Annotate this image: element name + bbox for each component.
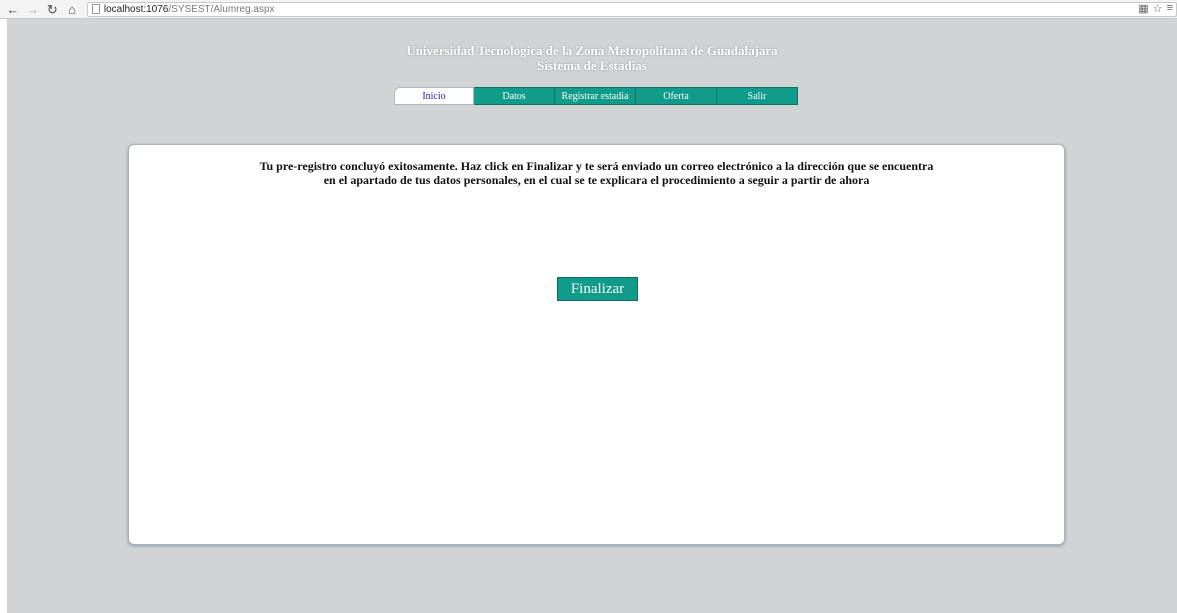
page-icon [91, 4, 100, 14]
tab-inicio[interactable]: Inicio [394, 87, 474, 105]
page-title: Universidad Tecnologica de la Zona Metro… [7, 43, 1177, 73]
page-body: Universidad Tecnologica de la Zona Metro… [7, 19, 1177, 613]
message-line-1: Tu pre-registro concluyó exitosamente. H… [259, 159, 934, 173]
tab-datos[interactable]: Datos [474, 87, 555, 105]
url-path: /SYSEST/Alumreg.aspx [168, 3, 275, 15]
menu-icon[interactable]: ≡ [1167, 2, 1173, 15]
url-host: localhost:1076 [103, 3, 169, 15]
reload-icon[interactable]: ↻ [45, 2, 59, 16]
tab-salir[interactable]: Salir [717, 87, 798, 105]
nav-tabs: Inicio Datos Registrar estadia Oferta Sa… [394, 87, 798, 105]
university-name: Universidad Tecnologica de la Zona Metro… [406, 43, 778, 58]
finalizar-button[interactable]: Finalizar [557, 277, 638, 301]
forward-arrow-icon[interactable]: → [26, 2, 40, 16]
browser-toolbar: ← → ↻ ⌂ localhost:1076/SYSEST/Alumreg.as… [0, 0, 1177, 19]
back-arrow-icon[interactable]: ← [6, 2, 20, 16]
message-line-2: en el apartado de tus datos personales, … [323, 173, 870, 187]
translate-icon[interactable]: ▦ [1138, 2, 1148, 15]
content-panel: Tu pre-registro concluyó exitosamente. H… [128, 144, 1065, 545]
home-icon[interactable]: ⌂ [65, 2, 79, 16]
system-name: Sistema de Estadias [537, 58, 647, 73]
address-bar[interactable]: localhost:1076/SYSEST/Alumreg.aspx [86, 1, 1177, 17]
tab-registrar-estadia[interactable]: Registrar estadia [555, 87, 636, 105]
star-icon[interactable]: ☆ [1153, 2, 1163, 15]
tab-oferta[interactable]: Oferta [636, 87, 717, 105]
confirmation-message: Tu pre-registro concluyó exitosamente. H… [129, 159, 1064, 187]
